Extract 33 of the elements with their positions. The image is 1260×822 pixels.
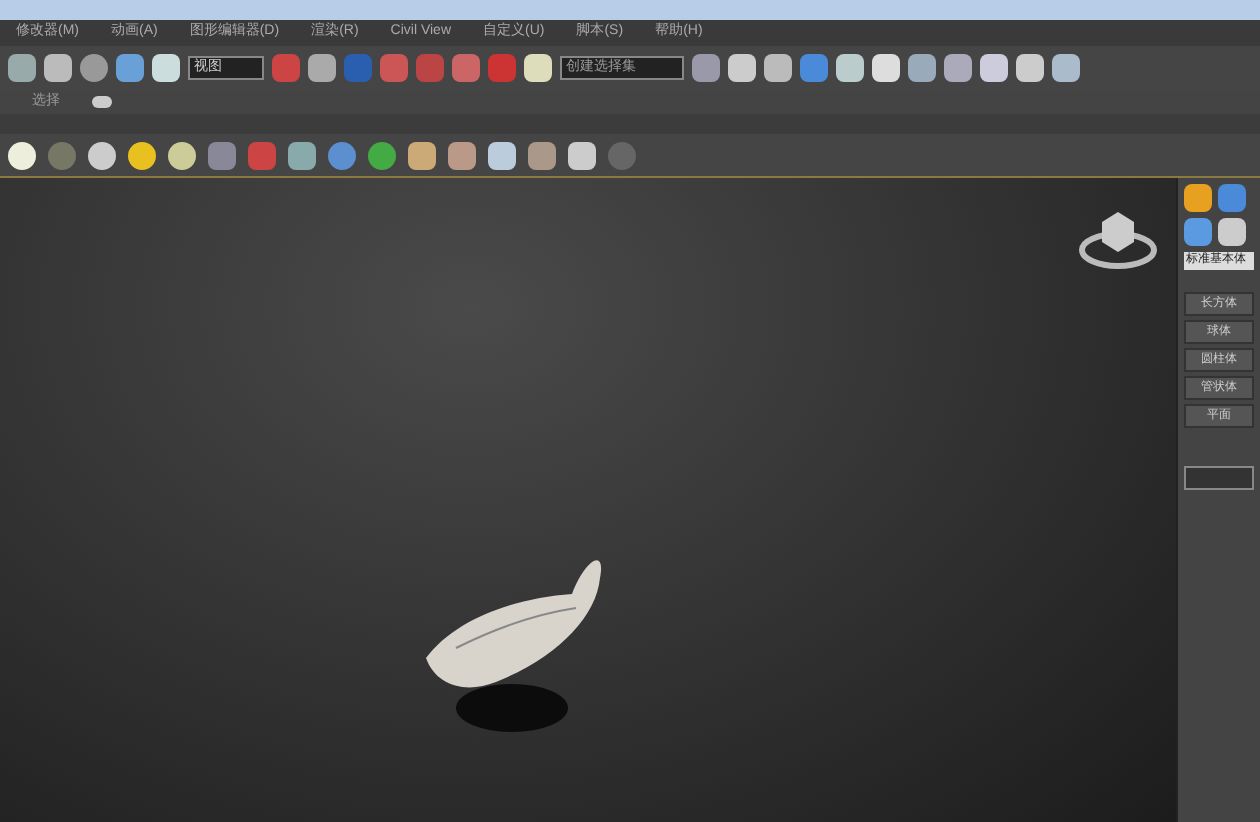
- tool-icon[interactable]: [116, 54, 144, 82]
- toolbar-icon[interactable]: [288, 141, 316, 169]
- tool-icon[interactable]: [80, 54, 108, 82]
- toolbar-icon[interactable]: [568, 141, 596, 169]
- toolbar-icon[interactable]: [528, 141, 556, 169]
- toolbar-icon[interactable]: [8, 141, 36, 169]
- shapes-icon[interactable]: [1218, 218, 1246, 246]
- tool-icon[interactable]: [836, 54, 864, 82]
- tool-icon[interactable]: [692, 54, 720, 82]
- toolbar-icon[interactable]: [408, 141, 436, 169]
- tool-icon[interactable]: [944, 54, 972, 82]
- toolbar-icon[interactable]: [168, 141, 196, 169]
- tool-icon[interactable]: [8, 54, 36, 82]
- tool-icon[interactable]: [872, 54, 900, 82]
- tool-icon[interactable]: [524, 54, 552, 82]
- tool-icon[interactable]: [308, 54, 336, 82]
- tool-icon[interactable]: [728, 54, 756, 82]
- tool-icon[interactable]: [1016, 54, 1044, 82]
- name-field[interactable]: [1184, 466, 1254, 490]
- create-tab-icon[interactable]: [1184, 184, 1212, 212]
- tool-icon[interactable]: [980, 54, 1008, 82]
- toolbar-icon[interactable]: [488, 141, 516, 169]
- toolbar-icon[interactable]: [448, 141, 476, 169]
- display-icon[interactable]: [92, 96, 112, 108]
- toolbar-icon[interactable]: [128, 141, 156, 169]
- geometry-icon[interactable]: [1184, 218, 1212, 246]
- modify-tab-icon[interactable]: [1218, 184, 1246, 212]
- tool-icon[interactable]: [152, 54, 180, 82]
- tool-icon[interactable]: [764, 54, 792, 82]
- tool-icon[interactable]: [44, 54, 72, 82]
- toolbar-icon[interactable]: [88, 141, 116, 169]
- tool-icon[interactable]: [1052, 54, 1080, 82]
- tool-icon[interactable]: [908, 54, 936, 82]
